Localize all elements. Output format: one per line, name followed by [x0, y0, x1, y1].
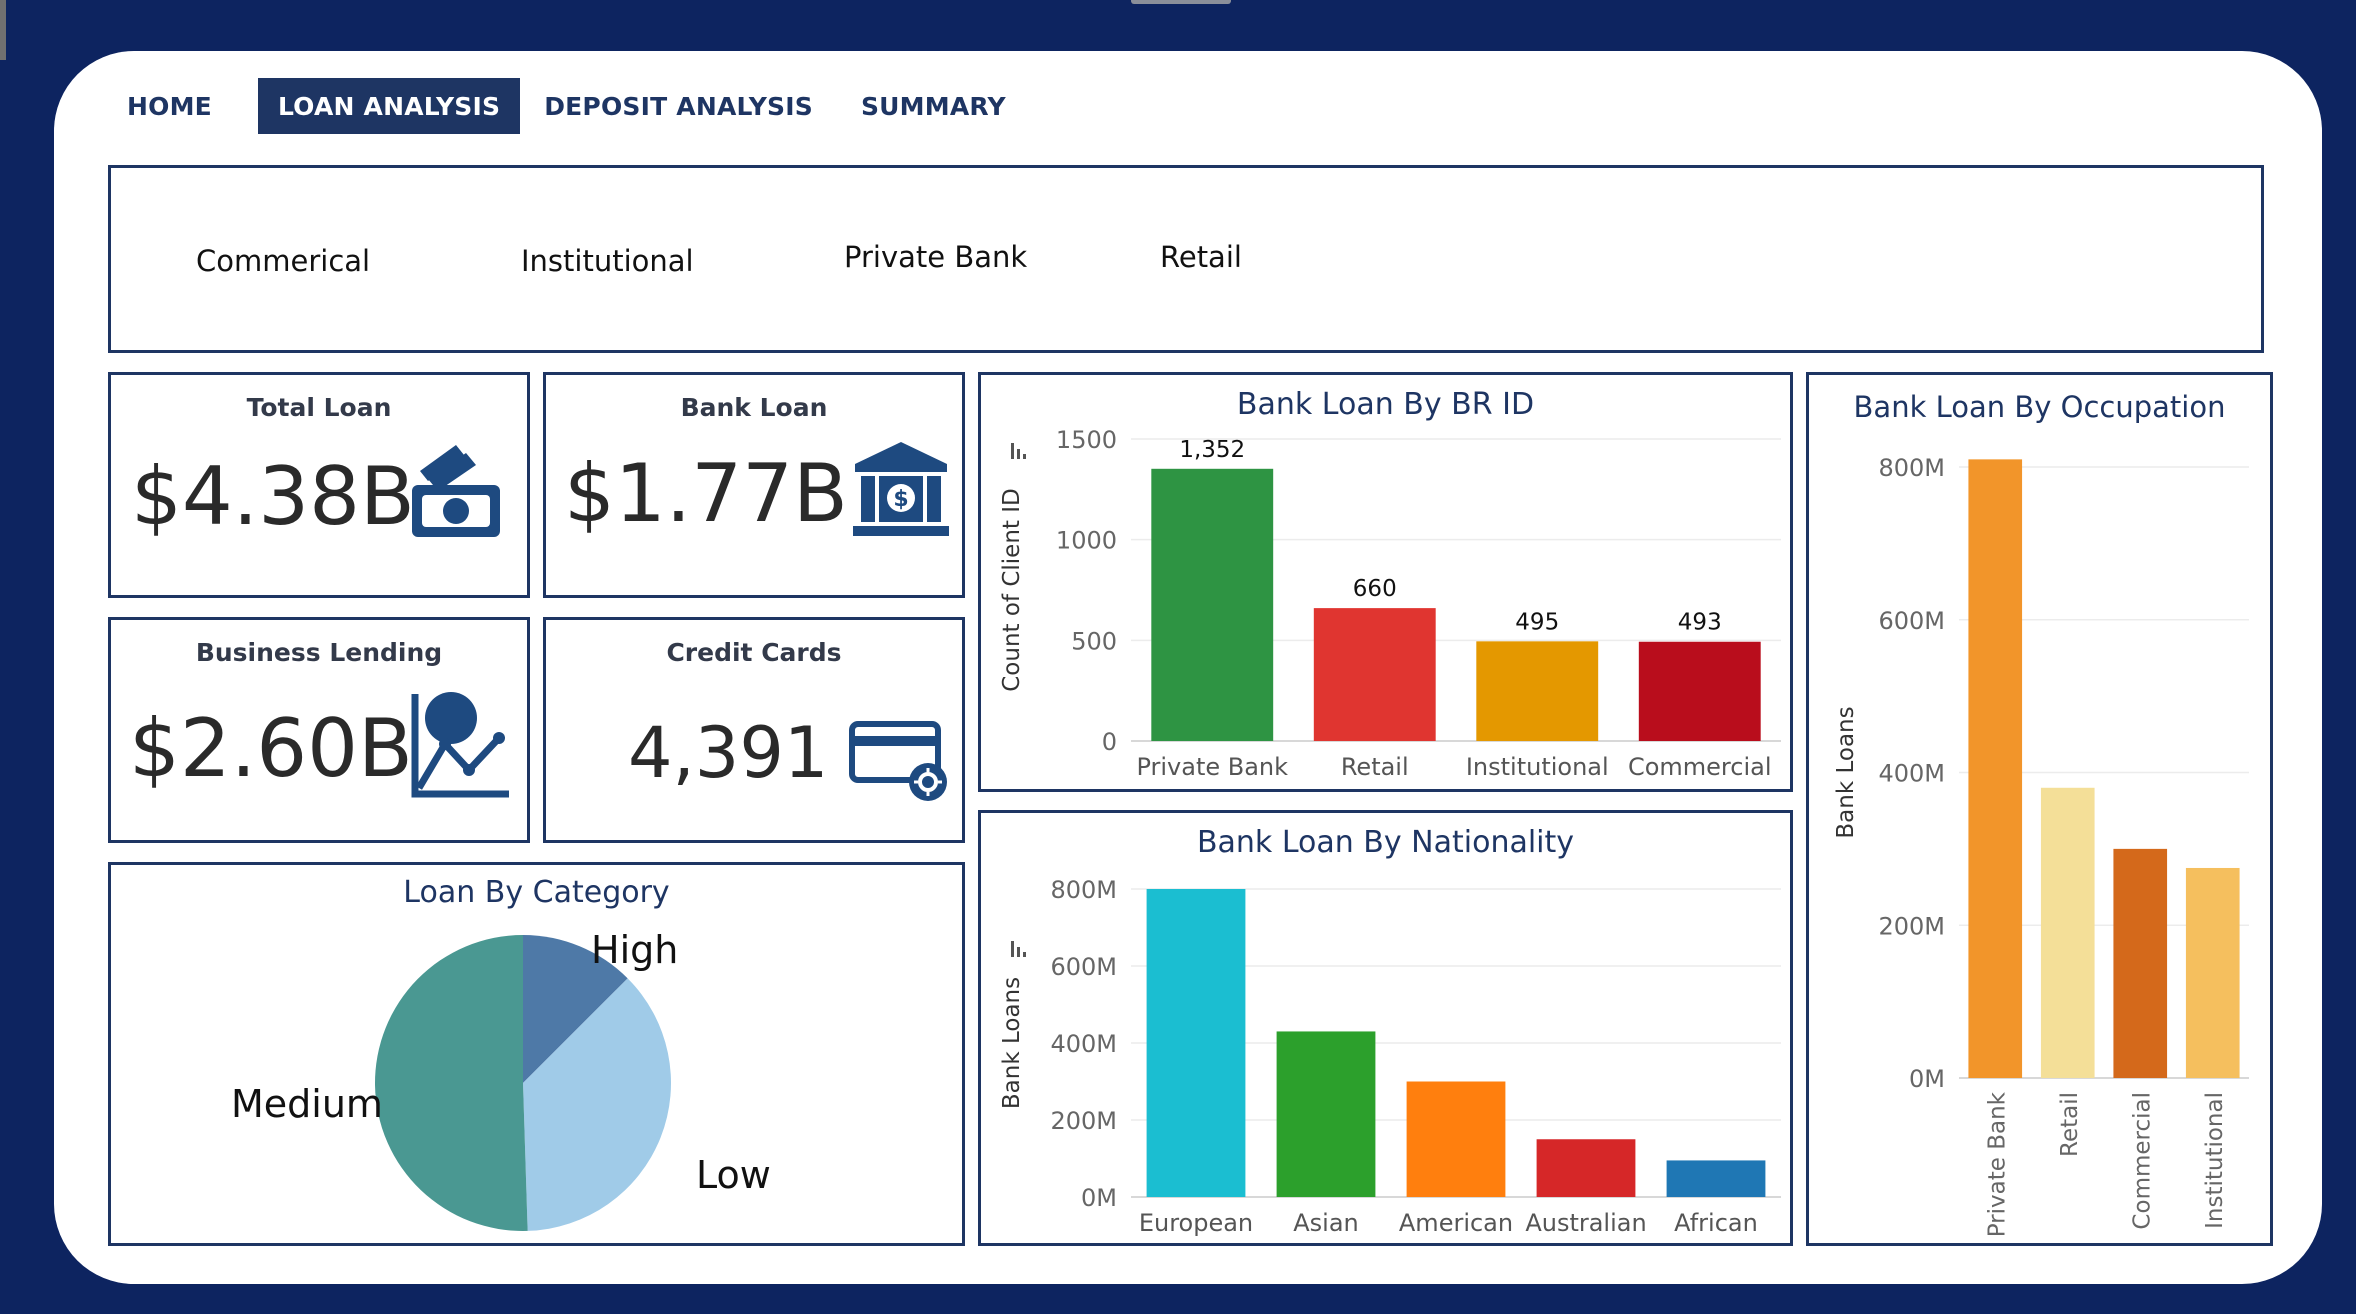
pie-chart-category: High Low Medium: [231, 928, 771, 1231]
y-axis-label: Bank Loans: [1833, 706, 1859, 838]
x-tick-label: African: [1674, 1209, 1758, 1237]
growth-chart-icon: [409, 688, 509, 807]
svg-text:$: $: [893, 487, 908, 512]
bar: [1146, 889, 1246, 1197]
kpi-total-loan: Total Loan $4.38B: [108, 372, 530, 598]
kpi-title: Credit Cards: [666, 638, 842, 667]
x-tick-label: Australian: [1525, 1209, 1646, 1237]
x-tick-label: Commercial: [1628, 753, 1772, 781]
bar: [2185, 867, 2240, 1078]
x-tick-label: Institutional: [1466, 753, 1609, 781]
bar: [1313, 608, 1436, 741]
y-tick-label: 600M: [1050, 953, 1117, 981]
sort-icon: [1011, 941, 1014, 957]
y-axis-label: Count of Client ID: [999, 488, 1025, 692]
y-tick-label: 0M: [1081, 1184, 1117, 1212]
kpi-business-lending: Business Lending $2.60B: [108, 617, 530, 843]
pie-label: Medium: [231, 1082, 383, 1126]
kpi-value: $1.77B: [564, 447, 848, 540]
bar: [2040, 787, 2095, 1078]
y-tick-label: 800M: [1050, 876, 1117, 904]
window-edge: [0, 0, 6, 60]
kpi-value: 4,391: [628, 712, 829, 794]
bar: [1151, 468, 1274, 741]
top-handle: [1131, 0, 1231, 4]
bar: [1666, 1160, 1766, 1197]
bar-chart-br-id: 0 500 1000 1500 Count of Client ID Private Ba…: [999, 426, 1781, 781]
y-tick-label: 1000: [1056, 527, 1117, 555]
kpi-title: Business Lending: [195, 638, 443, 667]
sort-icon: [1011, 443, 1014, 459]
x-tick-label: Retail: [1341, 753, 1409, 781]
x-tick-label: Commercial: [2129, 1092, 2155, 1230]
sort-icon: [1017, 947, 1020, 957]
data-label: 495: [1515, 609, 1559, 635]
filter-private-bank[interactable]: Private Bank: [844, 240, 1027, 274]
bar: [1536, 1139, 1636, 1197]
cash-icon: [406, 441, 506, 545]
tab-deposit-analysis[interactable]: DEPOSIT ANALYSIS: [524, 78, 833, 134]
x-tick-label: European: [1139, 1209, 1253, 1237]
y-tick-label: 1500: [1056, 426, 1117, 454]
bar-chart-occupation: 0M 200M 400M 600M 800M Bank Loans Private Bank…: [1833, 454, 2249, 1237]
data-label: 1,352: [1179, 437, 1245, 463]
x-tick-label: Private Bank: [1136, 753, 1288, 781]
x-tick-label: Private Bank: [1984, 1091, 2010, 1237]
x-tick-label: American: [1399, 1209, 1513, 1237]
filter-institutional[interactable]: Institutional: [521, 244, 694, 278]
y-tick-label: 500: [1071, 627, 1117, 655]
bar: [1968, 459, 2023, 1078]
chart-occupation-panel: Bank Loan By Occupation 0M 200M 400M 600M 80…: [1806, 372, 2273, 1246]
top-nav: HOME LOAN ANALYSIS DEPOSIT ANALYSIS SUMM…: [107, 78, 1026, 134]
y-tick-label: 0M: [1909, 1065, 1945, 1093]
x-tick-label: Asian: [1293, 1209, 1359, 1237]
bar: [1476, 641, 1599, 741]
y-tick-label: 0: [1102, 728, 1117, 756]
chart-nationality-panel: Bank Loan By Nationality 0M 200M 400M 600M 8…: [978, 810, 1793, 1246]
sort-icon: [1023, 952, 1026, 957]
pie-slice: [375, 935, 528, 1231]
filter-retail[interactable]: Retail: [1160, 240, 1242, 274]
bar-chart-nationality: 0M 200M 400M 600M 800M Bank Loans European Asia…: [999, 876, 1781, 1237]
y-tick-label: 400M: [1050, 1030, 1117, 1058]
credit-card-icon: [848, 720, 952, 808]
data-label: 493: [1678, 610, 1722, 636]
tab-summary[interactable]: SUMMARY: [841, 78, 1026, 134]
kpi-bank-loan: Bank Loan $1.77B $: [543, 372, 965, 598]
y-tick-label: 200M: [1878, 912, 1945, 940]
bar: [2113, 848, 2168, 1078]
kpi-title: Bank Loan: [680, 393, 828, 422]
bank-icon: $: [851, 440, 951, 544]
pie-label: High: [591, 928, 678, 972]
filter-panel: Commerical Institutional Private Bank Re…: [108, 165, 2264, 353]
kpi-value: $4.38B: [131, 450, 415, 543]
x-tick-label: Institutional: [2202, 1092, 2228, 1229]
bar: [1638, 641, 1761, 741]
y-tick-label: 800M: [1878, 454, 1945, 482]
filter-commercial[interactable]: Commerical: [196, 244, 370, 278]
y-axis-label: Bank Loans: [999, 977, 1025, 1109]
kpi-credit-cards: Credit Cards 4,391: [543, 617, 965, 843]
tab-home[interactable]: HOME: [107, 78, 232, 134]
pie-label: Low: [696, 1153, 771, 1197]
tab-loan-analysis[interactable]: LOAN ANALYSIS: [257, 78, 521, 134]
sort-icon: [1017, 449, 1020, 459]
data-label: 660: [1353, 576, 1397, 602]
chart-br-id-panel: Bank Loan By BR ID 0 500 1000 1500 Count of …: [978, 372, 1793, 792]
y-tick-label: 200M: [1050, 1107, 1117, 1135]
kpi-title: Total Loan: [246, 393, 392, 422]
y-tick-label: 600M: [1878, 607, 1945, 635]
x-tick-label: Retail: [2057, 1092, 2083, 1157]
y-tick-label: 400M: [1878, 760, 1945, 788]
kpi-value: $2.60B: [129, 702, 413, 795]
chart-category-panel: Loan By Category High Low Medium: [108, 862, 965, 1246]
sort-icon: [1023, 454, 1026, 459]
bar: [1276, 1031, 1376, 1197]
bar: [1406, 1081, 1506, 1197]
